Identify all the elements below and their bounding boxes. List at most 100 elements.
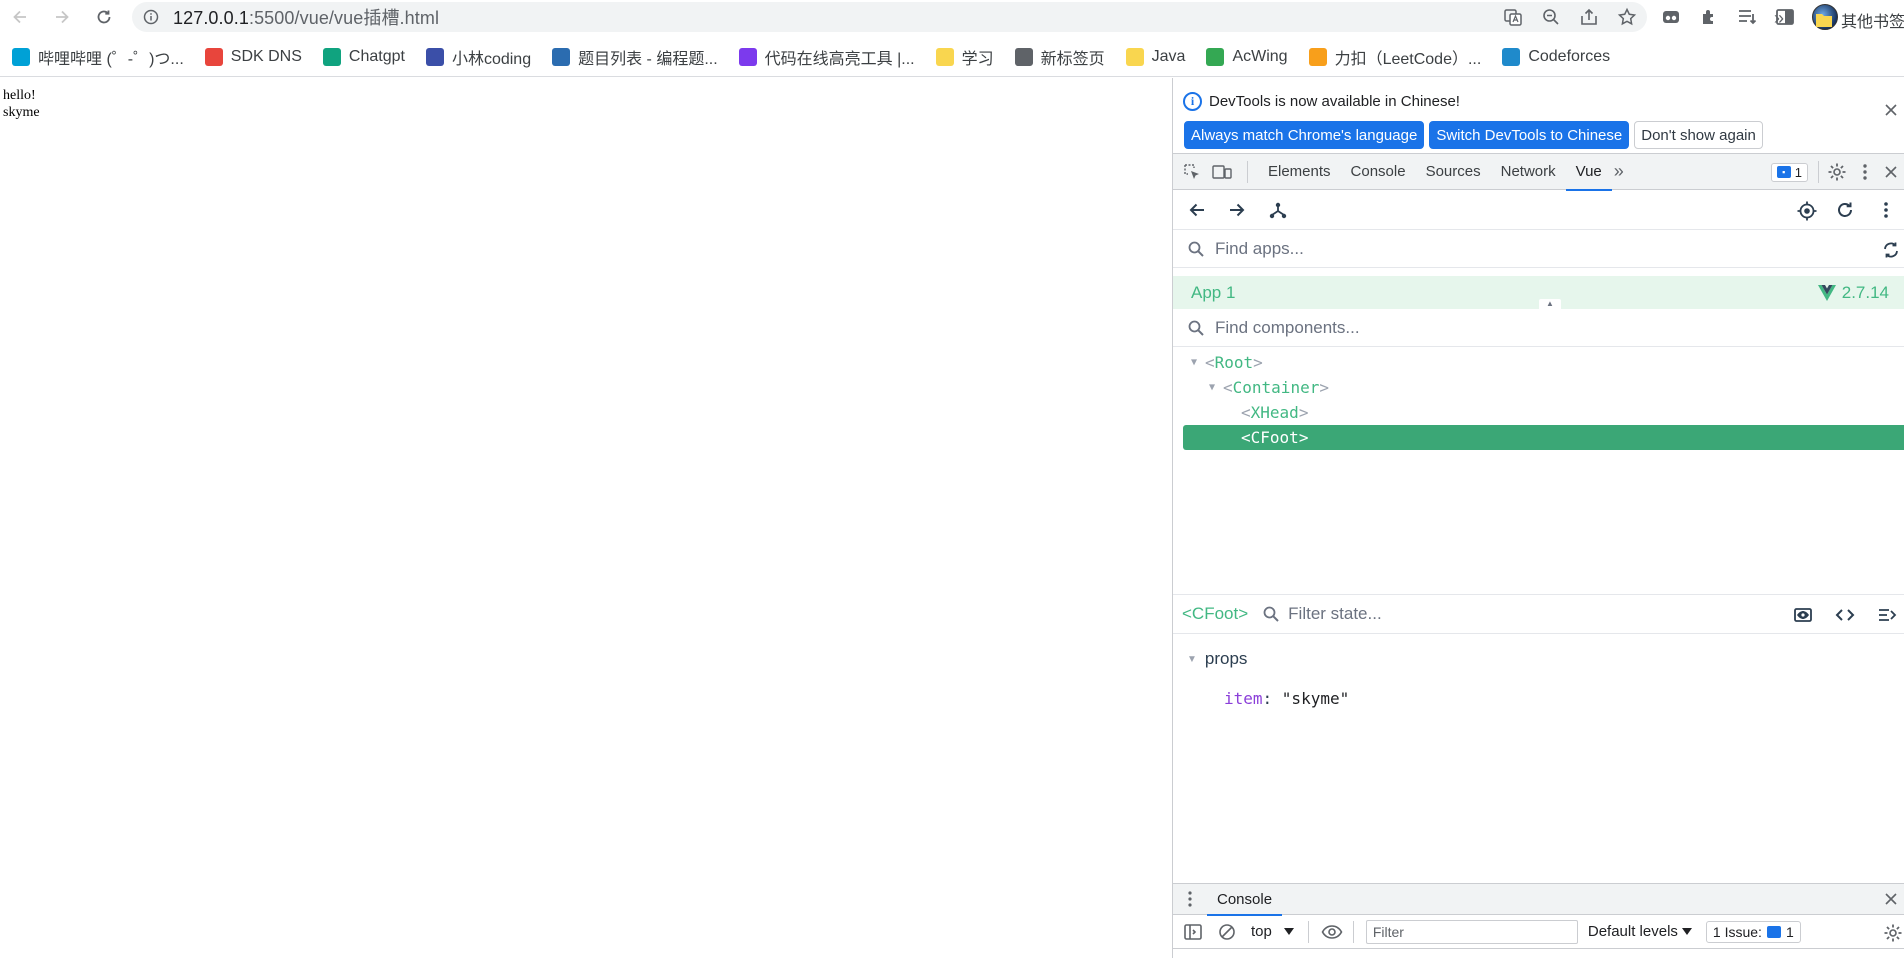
incognito-extension-icon[interactable]	[1660, 6, 1682, 28]
find-components-placeholder: Find components...	[1215, 317, 1360, 337]
sync-icon[interactable]	[1881, 240, 1901, 260]
console-issues-button[interactable]: 1 Issue: 1	[1705, 920, 1801, 943]
component-tree-icon[interactable]	[1268, 200, 1288, 220]
settings-gear-icon[interactable]	[1827, 162, 1847, 182]
bookmark-item[interactable]: 哔哩哔哩 (゜-゜)つ...	[12, 45, 184, 69]
more-tabs-chevron-icon[interactable]: »	[1614, 161, 1624, 182]
star-icon[interactable]	[1617, 7, 1637, 27]
bookmark-item[interactable]: 题目列表 - 编程题...	[552, 45, 718, 69]
filter-state-input[interactable]: Filter state...	[1288, 604, 1382, 624]
back-button[interactable]	[0, 0, 40, 33]
bookmark-label: 哔哩哔哩 (゜-゜)つ...	[38, 50, 184, 68]
tree-node-container[interactable]: ▼ < Container >	[1173, 375, 1904, 400]
javascript-context-select[interactable]: top	[1251, 923, 1294, 940]
browser-toolbar: 127.0.0.1:5500/vue/vue插槽.html	[0, 0, 1904, 33]
site-info-icon[interactable]	[143, 9, 159, 25]
console-settings-gear-icon[interactable]	[1883, 923, 1903, 943]
drawer-menu-kebab-icon[interactable]	[1173, 890, 1207, 908]
refresh-icon[interactable]	[1835, 200, 1855, 220]
divider	[1307, 920, 1309, 943]
console-sidebar-icon[interactable]	[1183, 922, 1203, 942]
bookmark-item[interactable]: Chatgpt	[322, 47, 405, 66]
expand-triangle-icon[interactable]: ▼	[1187, 654, 1197, 665]
forward-arrow-icon[interactable]	[1227, 200, 1247, 220]
clear-console-icon[interactable]	[1217, 922, 1237, 942]
bookmarks-overflow-button[interactable]: »	[1774, 8, 1784, 29]
expand-triangle-icon[interactable]: ▼	[1209, 382, 1223, 393]
bookmark-item[interactable]: 代码在线高亮工具 |...	[738, 45, 915, 69]
bookmark-item[interactable]: 新标签页	[1014, 45, 1105, 69]
select-component-target-icon[interactable]	[1796, 200, 1818, 222]
find-components-search[interactable]: Find components...	[1173, 309, 1904, 347]
back-arrow-icon[interactable]	[1187, 200, 1207, 220]
bookmark-item[interactable]: Java	[1125, 47, 1186, 66]
console-filter-input[interactable]: Filter	[1365, 919, 1578, 944]
log-levels-select[interactable]: Default levels	[1588, 923, 1692, 940]
drawer-tab-console[interactable]: Console	[1207, 883, 1283, 916]
close-drawer-icon[interactable]	[1883, 891, 1899, 907]
extensions-puzzle-icon[interactable]	[1698, 6, 1720, 28]
bookmark-item[interactable]: AcWing	[1206, 47, 1288, 66]
live-expression-eye-icon[interactable]	[1321, 922, 1343, 942]
tree-node-label: XHead	[1250, 403, 1299, 422]
component-tree: ▼ < Root > ▼ < Container > < XHead > < CFoot >	[1173, 350, 1904, 450]
tree-node-cfoot[interactable]: < CFoot >	[1183, 425, 1904, 450]
bookmark-label: 题目列表 - 编程题...	[578, 50, 718, 68]
bookmark-item[interactable]: Codeforces	[1502, 47, 1610, 66]
issues-count: 1	[1785, 923, 1794, 940]
reading-list-icon[interactable]	[1736, 6, 1758, 28]
tree-node-label: Root	[1214, 353, 1254, 372]
bookmark-label: Java	[1151, 47, 1186, 65]
close-infobar-icon[interactable]	[1883, 102, 1899, 118]
device-toolbar-button[interactable]	[1207, 163, 1237, 181]
console-toolbar: top Filter Default levels 1 Issue: 1	[1173, 915, 1904, 949]
zoom-out-icon[interactable]	[1541, 7, 1561, 27]
close-devtools-icon[interactable]	[1883, 164, 1899, 180]
forward-button[interactable]	[42, 0, 82, 33]
bookmark-item[interactable]: 力扣（LeetCode）...	[1308, 45, 1481, 69]
find-apps-search[interactable]: Find apps...	[1173, 230, 1904, 268]
tab-vue[interactable]: Vue	[1565, 154, 1612, 191]
url-host: 127.0.0.1	[173, 8, 249, 28]
vue-logo-icon	[1817, 285, 1836, 301]
bookmark-item[interactable]: 小林coding	[425, 45, 531, 69]
issues-counter-button[interactable]: ▪ 1	[1770, 162, 1808, 182]
divider	[1818, 161, 1819, 183]
bookmark-favicon-icon	[1014, 47, 1033, 66]
tree-node-label: Container	[1232, 378, 1320, 397]
open-in-editor-icon[interactable]	[1877, 605, 1897, 625]
vue-more-options-icon[interactable]	[1881, 200, 1891, 220]
bookmark-favicon-icon	[1206, 47, 1225, 66]
tab-network[interactable]: Network	[1491, 154, 1566, 190]
bookmark-item[interactable]: SDK DNS	[204, 47, 302, 66]
tab-console[interactable]: Console	[1341, 154, 1416, 190]
tree-node-root[interactable]: ▼ < Root >	[1173, 350, 1904, 375]
context-value: top	[1251, 923, 1272, 940]
tab-elements[interactable]: Elements	[1258, 154, 1341, 190]
translate-icon[interactable]	[1503, 7, 1523, 27]
more-options-kebab-icon[interactable]	[1857, 162, 1873, 182]
tree-node-xhead[interactable]: < XHead >	[1173, 400, 1904, 425]
scroll-to-component-icon[interactable]	[1793, 605, 1813, 625]
props-section-header[interactable]: ▼ props	[1187, 649, 1247, 669]
other-bookmarks-folder[interactable]: 其他书签	[1815, 8, 1904, 32]
arrow-left-icon	[13, 10, 26, 23]
collapse-caret-icon[interactable]: ▲	[1539, 299, 1561, 309]
props-title: props	[1204, 649, 1248, 668]
bookmark-item[interactable]: 学习	[935, 45, 994, 69]
always-match-language-button[interactable]: Always match Chrome's language	[1184, 121, 1425, 149]
app-selector-row[interactable]: App 1 ▲ 2.7.14	[1173, 276, 1904, 309]
share-icon[interactable]	[1579, 7, 1599, 27]
reload-button[interactable]	[84, 0, 124, 33]
bookmark-favicon-icon	[1502, 47, 1521, 66]
inspect-element-button[interactable]	[1177, 163, 1207, 181]
tab-sources[interactable]: Sources	[1416, 154, 1491, 190]
bookmark-favicon-icon	[1308, 47, 1327, 66]
switch-to-chinese-button[interactable]: Switch DevTools to Chinese	[1429, 121, 1630, 149]
page-text-hello: hello!	[3, 88, 36, 103]
expand-triangle-icon[interactable]: ▼	[1191, 357, 1205, 368]
prop-row-item[interactable]: item: "skyme"	[1224, 689, 1349, 708]
address-bar[interactable]: 127.0.0.1:5500/vue/vue插槽.html	[132, 2, 1647, 32]
inspect-dom-code-icon[interactable]	[1835, 605, 1855, 625]
dont-show-again-button[interactable]: Don't show again	[1634, 121, 1763, 149]
